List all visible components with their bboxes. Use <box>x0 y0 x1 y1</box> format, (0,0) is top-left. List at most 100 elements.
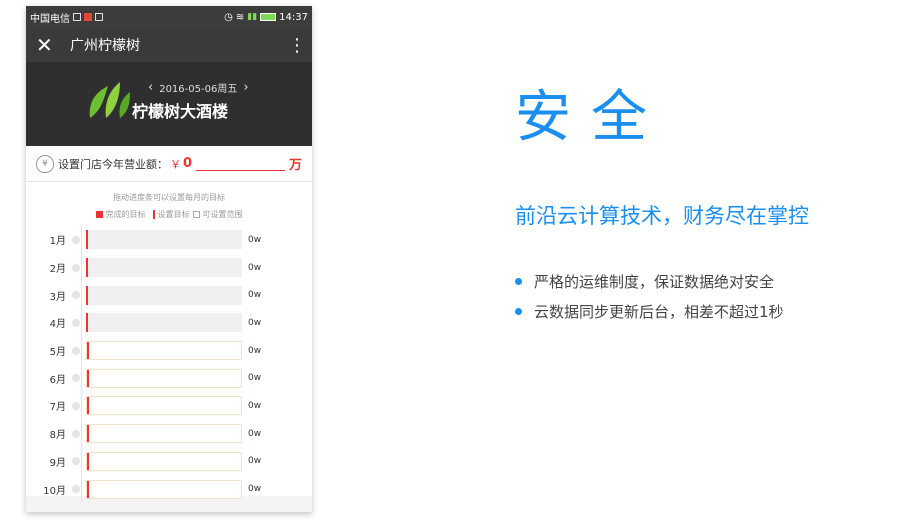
month-target-slider[interactable] <box>86 424 242 444</box>
signal-icon: ▮▮ <box>247 12 258 22</box>
month-label: 6月 <box>49 374 66 386</box>
promo-bullet-text: 严格的运维制度，保证数据绝对安全 <box>534 272 775 291</box>
timeline-dot <box>72 429 80 438</box>
carrier-label: 中国电信 <box>30 13 70 25</box>
page-title: 广州柠檬树 <box>70 38 140 54</box>
timeline-dot <box>72 346 80 355</box>
stage: 中国电信 ◷ ≋ ▮▮ 14:37 ✕ 广州柠檬树 ⋮ ‹ 2016-05-06… <box>0 0 900 532</box>
month-label: 5月 <box>49 347 66 359</box>
month-value: 0w <box>248 290 262 301</box>
current-date: 2016-05-06周五 <box>159 84 238 95</box>
month-row: 9月 0w <box>26 448 312 476</box>
amount-underline <box>196 157 285 171</box>
bullet-dot <box>515 277 522 285</box>
month-value: 0w <box>248 484 262 495</box>
month-value: 0w <box>248 234 262 245</box>
prev-day-icon[interactable]: ‹ <box>148 80 153 95</box>
legend-done-swatch <box>95 211 103 218</box>
promo-bullet-item: 云数据同步更新后台，相差不超过1秒 <box>515 296 784 326</box>
wifi-icon: ≋ <box>235 11 245 23</box>
month-row: 8月 0w <box>26 420 312 448</box>
month-target-slider[interactable] <box>86 258 242 278</box>
legend-range-swatch <box>192 211 200 218</box>
notification-icon <box>95 13 103 21</box>
month-target-slider[interactable] <box>86 451 242 471</box>
phone-screenshot: 中国电信 ◷ ≋ ▮▮ 14:37 ✕ 广州柠檬树 ⋮ ‹ 2016-05-06… <box>26 6 312 512</box>
app-notification-icon <box>84 13 92 21</box>
title-bar: ✕ 广州柠檬树 ⋮ <box>26 28 312 62</box>
timeline-dot <box>72 291 80 300</box>
target-marker-handle[interactable] <box>86 285 88 305</box>
month-target-slider[interactable] <box>86 368 242 388</box>
bullet-dot <box>515 307 522 315</box>
month-row: 6月 0w <box>26 364 312 392</box>
notification-icon <box>73 13 81 21</box>
month-label: 8月 <box>49 430 66 442</box>
hotel-name: 柠檬树大酒楼 <box>132 102 229 121</box>
month-label: 2月 <box>49 264 66 276</box>
date-navigator: ‹ 2016-05-06周五 › <box>148 80 249 95</box>
month-label: 7月 <box>49 402 66 414</box>
legend-set-swatch <box>152 210 155 219</box>
month-label: 1月 <box>49 236 66 248</box>
target-marker-handle[interactable] <box>87 480 89 498</box>
month-row: 5月 0w <box>26 337 312 365</box>
timeline-dot <box>72 374 80 383</box>
promo-bullet-item: 严格的运维制度，保证数据绝对安全 <box>515 266 784 296</box>
legend-set-label: 设置目标 <box>157 210 190 219</box>
timeline-dot <box>72 263 80 272</box>
month-target-slider[interactable] <box>86 396 242 416</box>
target-marker-handle[interactable] <box>87 342 89 360</box>
drag-hint: 拖动进度条可以设置每月的目标 <box>113 193 225 202</box>
target-marker-handle[interactable] <box>87 425 89 443</box>
timeline-line <box>81 226 82 503</box>
promo-bullet-text: 云数据同步更新后台，相差不超过1秒 <box>534 302 784 321</box>
monthly-target-panel: 拖动进度条可以设置每月的目标 完成的目标 设置目标 可设置范围 1月 0w 2月 0w… <box>26 182 312 503</box>
alarm-icon: ◷ <box>224 11 233 23</box>
status-bar: 中国电信 ◷ ≋ ▮▮ 14:37 <box>26 6 312 28</box>
month-value: 0w <box>248 400 262 411</box>
annual-target-label: 设置门店今年营业额： <box>58 157 168 171</box>
month-value: 0w <box>248 345 262 356</box>
timeline-dot <box>72 485 80 494</box>
month-value: 0w <box>248 317 262 328</box>
clock: 14:37 <box>279 11 308 23</box>
month-label: 4月 <box>49 319 66 331</box>
close-icon[interactable]: ✕ <box>36 35 62 55</box>
battery-icon <box>260 13 277 21</box>
month-value: 0w <box>248 262 262 273</box>
month-target-slider[interactable] <box>86 313 242 333</box>
target-marker-handle[interactable] <box>87 452 89 470</box>
target-marker-handle[interactable] <box>86 258 88 278</box>
month-value: 0w <box>248 373 262 384</box>
annual-target-amount[interactable]: 0 <box>183 156 192 171</box>
month-row: 1月 0w <box>26 226 312 254</box>
month-target-slider[interactable] <box>86 230 242 250</box>
month-label: 9月 <box>49 457 66 469</box>
month-row: 2月 0w <box>26 254 312 282</box>
legend-range-label: 可设置范围 <box>202 210 243 219</box>
annual-target-row[interactable]: ¥ 设置门店今年营业额： ￥ 0 万 <box>26 146 312 182</box>
promo-bullets: 严格的运维制度，保证数据绝对安全 云数据同步更新后台，相差不超过1秒 <box>515 266 784 326</box>
more-vertical-icon[interactable]: ⋮ <box>288 35 306 56</box>
timeline-dot <box>72 457 80 466</box>
month-target-slider[interactable] <box>86 285 242 305</box>
next-day-icon[interactable]: › <box>243 80 248 95</box>
money-bag-icon: ¥ <box>36 154 54 173</box>
target-marker-handle[interactable] <box>87 397 89 415</box>
month-row: 10月 0w <box>26 475 312 503</box>
timeline-dot <box>72 235 80 244</box>
month-row: 4月 0w <box>26 309 312 337</box>
legend: 完成的目标 设置目标 可设置范围 <box>26 209 312 220</box>
month-target-slider[interactable] <box>86 479 242 499</box>
target-marker-handle[interactable] <box>87 369 89 387</box>
month-row: 3月 0w <box>26 281 312 309</box>
target-marker-handle[interactable] <box>86 313 88 333</box>
target-marker-handle[interactable] <box>86 230 88 250</box>
timeline-dot <box>72 401 80 410</box>
month-list: 1月 0w 2月 0w 3月 0w 4月 0w 5月 0w 6月 0w 7月 0w 8月 0w 9月 0w 10月 0… <box>26 226 312 503</box>
month-row: 7月 0w <box>26 392 312 420</box>
leaf-logo-icon <box>89 82 130 118</box>
currency-symbol: ￥ <box>170 157 181 171</box>
month-target-slider[interactable] <box>86 341 242 361</box>
